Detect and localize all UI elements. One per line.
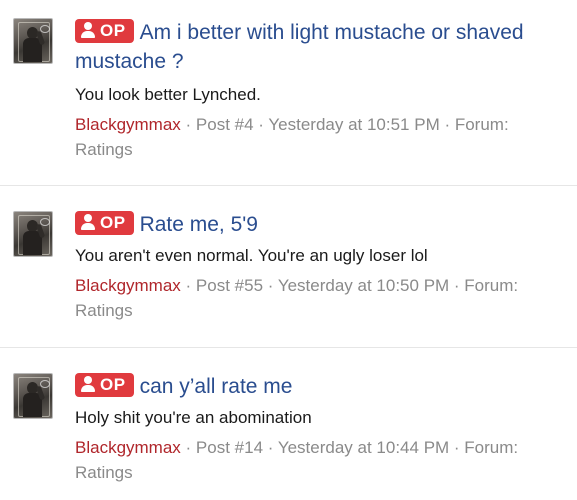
op-badge: OP [75,211,134,236]
author-link[interactable]: Blackgymmax [75,276,181,295]
avatar[interactable] [13,211,53,257]
post-meta: Blackgymmax · Post #55 · Yesterday at 10… [75,273,547,323]
thread-title[interactable]: can y’all rate me [140,375,293,398]
op-badge: OP [75,19,134,44]
person-icon [81,22,95,39]
thread-title[interactable]: Am i better with light mustache or shave… [75,21,524,73]
avatar[interactable] [13,18,53,64]
op-badge-label: OP [100,21,126,41]
author-link[interactable]: Blackgymmax [75,115,181,134]
avatar[interactable] [13,373,53,419]
post-meta: Blackgymmax · Post #4 · Yesterday at 10:… [75,112,547,162]
person-icon [81,376,95,393]
person-icon [81,214,95,231]
post-meta: Blackgymmax · Post #14 · Yesterday at 10… [75,435,547,485]
thread-title-link[interactable]: OP Rate me, 5'9 [75,210,559,239]
result-divider [0,185,577,186]
post-snippet: Holy shit you're an abomination [75,408,312,427]
thread-title[interactable]: Rate me, 5'9 [140,213,258,236]
op-badge-label: OP [100,375,126,395]
author-link[interactable]: Blackgymmax [75,438,181,457]
op-badge: OP [75,373,134,398]
thread-title-link[interactable]: OP Am i better with light mustache or sha… [75,18,559,76]
post-snippet: You look better Lynched. [75,85,261,104]
result-divider [0,347,577,348]
op-badge-label: OP [100,213,126,233]
post-snippet: You aren't even normal. You're an ugly l… [75,246,428,265]
thread-title-link[interactable]: OP can y’all rate me [75,372,559,401]
